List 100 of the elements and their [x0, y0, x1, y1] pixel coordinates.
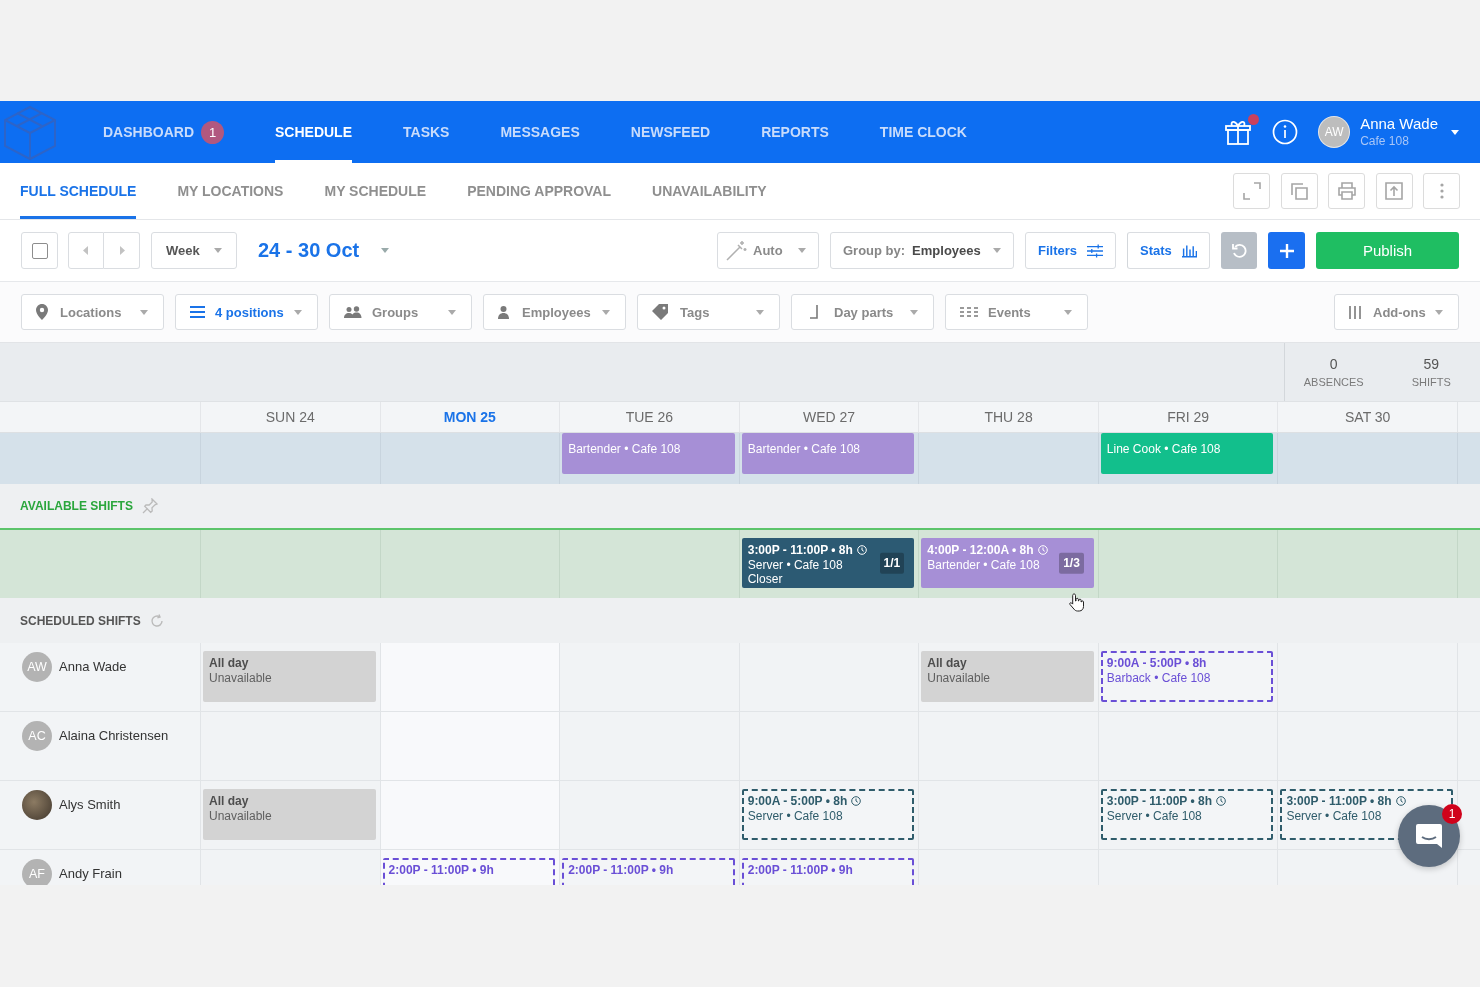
shift-card[interactable]: 4:00P - 12:00A • 8h Bartender • Cafe 108 1/3 [921, 538, 1094, 588]
next-button[interactable] [104, 232, 140, 269]
main-nav-tab[interactable]: TASKS [403, 101, 450, 163]
shift-count: 1/1 [879, 552, 905, 574]
shift-position: Server • Cafe 108 [1286, 808, 1382, 823]
day-label: TUE 26 [625, 409, 674, 425]
draft-shift-card[interactable]: 9:00A - 5:00P • 8h Barback • Cafe 108 [1100, 651, 1274, 702]
pin-icon[interactable] [141, 498, 158, 514]
section-title: SCHEDULED SHIFTS [20, 613, 141, 628]
employee-name[interactable]: Alys Smith [59, 790, 121, 820]
employee-name[interactable]: Alaina Christensen [59, 721, 169, 751]
refresh-icon[interactable] [149, 613, 164, 628]
unavailable-label: Unavailable [209, 670, 272, 685]
caret-icon [756, 309, 764, 315]
main-nav-tab[interactable]: DASHBOARD 1 [103, 101, 224, 163]
draft-shift-card[interactable]: 3:00P - 11:00P • 8h Server • Cafe 108 [1100, 789, 1274, 840]
shift-card[interactable]: Bartender • Cafe 108 [562, 433, 735, 474]
shift-card[interactable]: 3:00P - 11:00P • 8h Server • Cafe 108 Closer 1/1 [741, 538, 915, 588]
employee-name[interactable]: Anna Wade [59, 652, 127, 682]
caret-icon [214, 248, 222, 253]
add-ons-dropdown[interactable]: Add-ons [1334, 294, 1459, 330]
main-nav-tab[interactable]: NEWSFEED [630, 101, 711, 163]
add-button[interactable] [1268, 232, 1305, 269]
caret-icon[interactable] [381, 248, 390, 253]
print-button[interactable] [1328, 173, 1365, 209]
shift-time: 2:00P - 11:00P • 9h [747, 863, 853, 878]
view-dropdown[interactable]: Week [151, 232, 237, 269]
day-label: MON 25 [443, 409, 496, 425]
main-nav-tab[interactable]: MESSAGES [500, 101, 580, 163]
avatar: AC [22, 721, 52, 751]
shift-position: Barback • Cafe 108 [1106, 670, 1211, 685]
caret-icon[interactable] [1451, 129, 1459, 135]
filter-dropdown[interactable]: Tags [637, 294, 780, 330]
people-icon [344, 305, 362, 319]
filter-dropdown[interactable]: Groups [329, 294, 472, 330]
day-label: WED 27 [802, 409, 856, 425]
main-nav-tab[interactable]: TIME CLOCK [879, 101, 967, 163]
expand-button[interactable] [1233, 173, 1270, 209]
filter-dropdown[interactable]: 4 positions [175, 294, 318, 330]
shift-position: Server • Cafe 108 [1106, 808, 1202, 823]
previous-button[interactable] [68, 232, 104, 269]
more-button[interactable] [1423, 173, 1460, 209]
sliders-icon [1087, 242, 1103, 259]
main-nav-tab[interactable]: REPORTS [761, 101, 829, 163]
select-all-button[interactable] [21, 232, 58, 269]
group-by-dropdown[interactable]: Group by: Employees [830, 232, 1014, 269]
magic-wand-icon [725, 239, 747, 262]
caret-icon [798, 248, 806, 253]
unavailable-block[interactable]: All day Unavailable [203, 789, 376, 840]
unavailable-block[interactable]: All day Unavailable [203, 651, 376, 702]
draft-shift-card[interactable]: 2:00P - 11:00P • 9h [741, 858, 915, 885]
shift-card[interactable]: Bartender • Cafe 108 [741, 433, 915, 474]
shift-time: 3:00P - 11:00P • 8h [747, 543, 853, 558]
unavailable-block[interactable]: All day Unavailable [921, 651, 1094, 702]
location-pin-icon [36, 304, 48, 320]
employee-name[interactable]: Andy Frain [59, 859, 122, 885]
info-icon[interactable] [1272, 119, 1299, 145]
draft-shift-card[interactable]: 2:00P - 11:00P • 9h [562, 858, 735, 885]
stat-value: 0 [1329, 356, 1338, 373]
unavailable-label: Unavailable [209, 808, 272, 823]
shift-card[interactable]: Line Cook • Cafe 108 [1100, 433, 1274, 474]
shift-time: 9:00A - 5:00P • 8h [1106, 656, 1207, 671]
shift-time: 4:00P - 12:00A • 8h [927, 543, 1034, 558]
sub-nav-tab[interactable]: FULL SCHEDULE [20, 163, 137, 219]
sub-nav-tab[interactable]: PENDING APPROVAL [467, 163, 612, 219]
shift-position: Line Cook • Cafe 108 [1106, 442, 1221, 457]
corner-icon [810, 305, 818, 319]
shift-time: 3:00P - 11:00P • 8h [1286, 794, 1392, 809]
shift-note: Closer [747, 572, 783, 587]
export-button[interactable] [1375, 173, 1413, 209]
filter-dropdown[interactable]: Day parts [791, 294, 934, 330]
photo-placeholder [22, 790, 52, 820]
bars-icon [1349, 305, 1361, 319]
sub-nav-tab[interactable]: MY LOCATIONS [177, 163, 284, 219]
filter-dropdown[interactable]: Events [945, 294, 1088, 330]
auto-dropdown[interactable]: Auto [717, 232, 819, 269]
draft-shift-card[interactable]: 9:00A - 5:00P • 8h Server • Cafe 108 [741, 789, 915, 840]
publish-button[interactable]: Publish [1316, 232, 1459, 269]
sub-nav-tab[interactable]: MY SCHEDULE [324, 163, 427, 219]
draft-shift-card[interactable]: 2:00P - 11:00P • 9h [382, 858, 556, 885]
filter-dropdown[interactable]: Locations [21, 294, 164, 330]
stat-label: ABSENCES [1303, 375, 1364, 390]
unavailable-time: All day [927, 656, 967, 671]
main-nav-tab[interactable]: SCHEDULE [275, 101, 352, 163]
undo-button[interactable] [1221, 232, 1257, 269]
list-icon [190, 306, 205, 318]
copy-button[interactable] [1280, 173, 1318, 209]
user-location: Cafe 108 [1360, 133, 1409, 149]
filters-button[interactable]: Filters [1025, 232, 1116, 269]
gift-icon[interactable] [1224, 118, 1253, 146]
avatar: AF [22, 859, 52, 885]
stat-value: 59 [1423, 356, 1440, 373]
filter-dropdown[interactable]: Employees [483, 294, 626, 330]
user-name[interactable]: Anna Wade [1360, 115, 1438, 133]
notification-badge: 1 [201, 120, 224, 144]
undo-icon [1230, 241, 1248, 260]
date-range-button[interactable]: 24 - 30 Oct [258, 239, 360, 262]
stats-button[interactable]: Stats [1127, 232, 1210, 269]
checkbox-icon[interactable] [31, 242, 48, 259]
sub-nav-tab[interactable]: UNAVAILABILITY [652, 163, 767, 219]
